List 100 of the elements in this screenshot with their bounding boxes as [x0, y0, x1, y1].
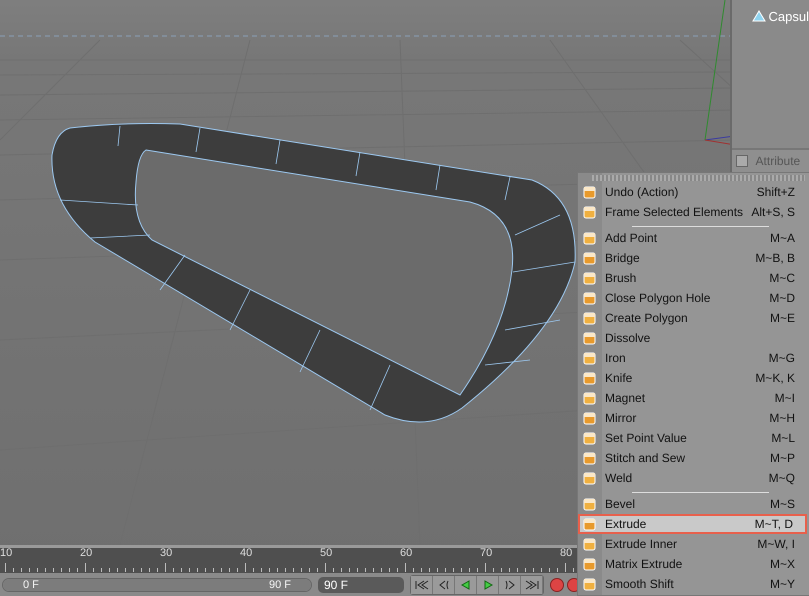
- tool-icon: [582, 410, 598, 426]
- range-end: 90 F: [268, 578, 291, 590]
- shortcut-label: M~Y: [770, 577, 796, 591]
- shortcut-label: Shift+Z: [756, 185, 796, 199]
- end-frame-field[interactable]: 90 F: [318, 576, 404, 592]
- menu-label: Create Polygon: [604, 311, 689, 325]
- menu-item[interactable]: Weld M~Q: [578, 468, 809, 488]
- tool-icon: [582, 290, 598, 306]
- shortcut-label: M~H: [769, 411, 796, 425]
- menu-item[interactable]: Dissolve: [578, 328, 809, 348]
- shortcut-label: M~P: [770, 451, 796, 465]
- shortcut-label: M~G: [768, 351, 796, 365]
- go-to-start-button[interactable]: [411, 576, 433, 594]
- shortcut-label: M~C: [769, 271, 796, 285]
- menu-label: Knife: [604, 371, 634, 385]
- shortcut-label: M~A: [770, 231, 796, 245]
- shortcut-label: Alt+S, S: [751, 205, 796, 219]
- shortcut-label: M~D: [769, 291, 796, 305]
- tick-label: 60: [400, 547, 412, 559]
- menu-item[interactable]: Undo (Action) Shift+Z: [578, 182, 809, 202]
- menu-item[interactable]: Mirror M~H: [578, 408, 809, 428]
- play-backward-button[interactable]: [455, 576, 477, 594]
- record-button[interactable]: [550, 578, 564, 592]
- shortcut-label: M~B, B: [755, 251, 796, 265]
- tool-icon: [582, 184, 598, 200]
- tick-label: 10: [0, 547, 12, 559]
- tool-icon: [582, 516, 598, 532]
- tick-label: 40: [240, 547, 252, 559]
- tool-icon: [582, 350, 598, 366]
- menu-item[interactable]: Close Polygon Hole M~D: [578, 288, 809, 308]
- menu-label: Bevel: [604, 497, 636, 511]
- shortcut-label: M~S: [770, 497, 796, 511]
- tool-icon: [582, 230, 598, 246]
- next-key-button[interactable]: [499, 576, 521, 594]
- menu-label: Set Point Value: [604, 431, 688, 445]
- menu-label: Extrude: [604, 517, 648, 531]
- menu-item[interactable]: Frame Selected Elements Alt+S, S: [578, 202, 809, 222]
- menu-label: Smooth Shift: [604, 577, 675, 591]
- menu-item[interactable]: Iron M~G: [578, 348, 809, 368]
- menu-label: Magnet: [604, 391, 646, 405]
- menu-label: Frame Selected Elements: [604, 205, 744, 219]
- menu-label: Stitch and Sew: [604, 451, 686, 465]
- tool-icon: [582, 390, 598, 406]
- menu-label: Iron: [604, 351, 627, 365]
- tool-icon: [582, 576, 598, 592]
- menu-item[interactable]: Matrix Extrude M~X: [578, 554, 809, 574]
- menu-item[interactable]: Set Point Value M~L: [578, 428, 809, 448]
- menu-label: Undo (Action): [604, 185, 680, 199]
- menu-item[interactable]: Brush M~C: [578, 268, 809, 288]
- menu-label: Bridge: [604, 251, 641, 265]
- previous-key-button[interactable]: [433, 576, 455, 594]
- range-start: 0 F: [23, 578, 39, 590]
- tick-label: 30: [160, 547, 172, 559]
- play-button[interactable]: [477, 576, 499, 594]
- tool-icon: [582, 556, 598, 572]
- tick-label: 70: [480, 547, 492, 559]
- tool-icon: [582, 450, 598, 466]
- menu-label: Mirror: [604, 411, 638, 425]
- menu-item[interactable]: Create Polygon M~E: [578, 308, 809, 328]
- menu-item[interactable]: Add Point M~A: [578, 228, 809, 248]
- menu-item[interactable]: Bevel M~S: [578, 494, 809, 514]
- menu-item[interactable]: Extrude M~T, D: [578, 514, 807, 534]
- menu-item[interactable]: Stitch and Sew M~P: [578, 448, 809, 468]
- menu-label: Dissolve: [604, 331, 652, 345]
- shortcut-label: M~I: [774, 391, 796, 405]
- shortcut-label: M~T, D: [754, 517, 794, 531]
- tool-icon: [582, 250, 598, 266]
- tool-icon: [582, 496, 598, 512]
- menu-item[interactable]: Magnet M~I: [578, 388, 809, 408]
- menu-label: Weld: [604, 471, 634, 485]
- tool-icon: [582, 204, 598, 220]
- tool-icon: [582, 430, 598, 446]
- tick-label: 80: [560, 547, 572, 559]
- tool-icon: [582, 270, 598, 286]
- go-to-end-icon: [524, 578, 540, 590]
- menu-item[interactable]: Smooth Shift M~Y: [578, 574, 809, 594]
- menu-item[interactable]: Bridge M~B, B: [578, 248, 809, 268]
- tool-icon: [582, 470, 598, 486]
- go-to-start-icon: [414, 578, 430, 590]
- go-to-end-button[interactable]: [521, 576, 543, 594]
- menu-label: Close Polygon Hole: [604, 291, 712, 305]
- shortcut-label: M~X: [770, 557, 796, 571]
- tool-icon: [582, 536, 598, 552]
- menu-label: Matrix Extrude: [604, 557, 684, 571]
- menu-label: Brush: [604, 271, 638, 285]
- tool-icon: [582, 370, 598, 386]
- shortcut-label: M~L: [771, 431, 796, 445]
- menu-label: Add Point: [604, 231, 658, 245]
- tick-label: 20: [80, 547, 92, 559]
- axis-gizmo-icon: [704, 0, 730, 146]
- triangle-icon: [752, 10, 766, 22]
- shortcut-label: M~K, K: [755, 371, 796, 385]
- object-item[interactable]: Capsul: [732, 8, 809, 24]
- menu-item[interactable]: Knife M~K, K: [578, 368, 809, 388]
- checkbox[interactable]: [736, 155, 748, 167]
- frame-range-slider[interactable]: 0 F 90 F: [2, 578, 312, 592]
- shortcut-label: M~Q: [768, 471, 796, 485]
- tick-label: 50: [320, 547, 332, 559]
- shortcut-label: M~E: [770, 311, 796, 325]
- tool-icon: [582, 310, 598, 326]
